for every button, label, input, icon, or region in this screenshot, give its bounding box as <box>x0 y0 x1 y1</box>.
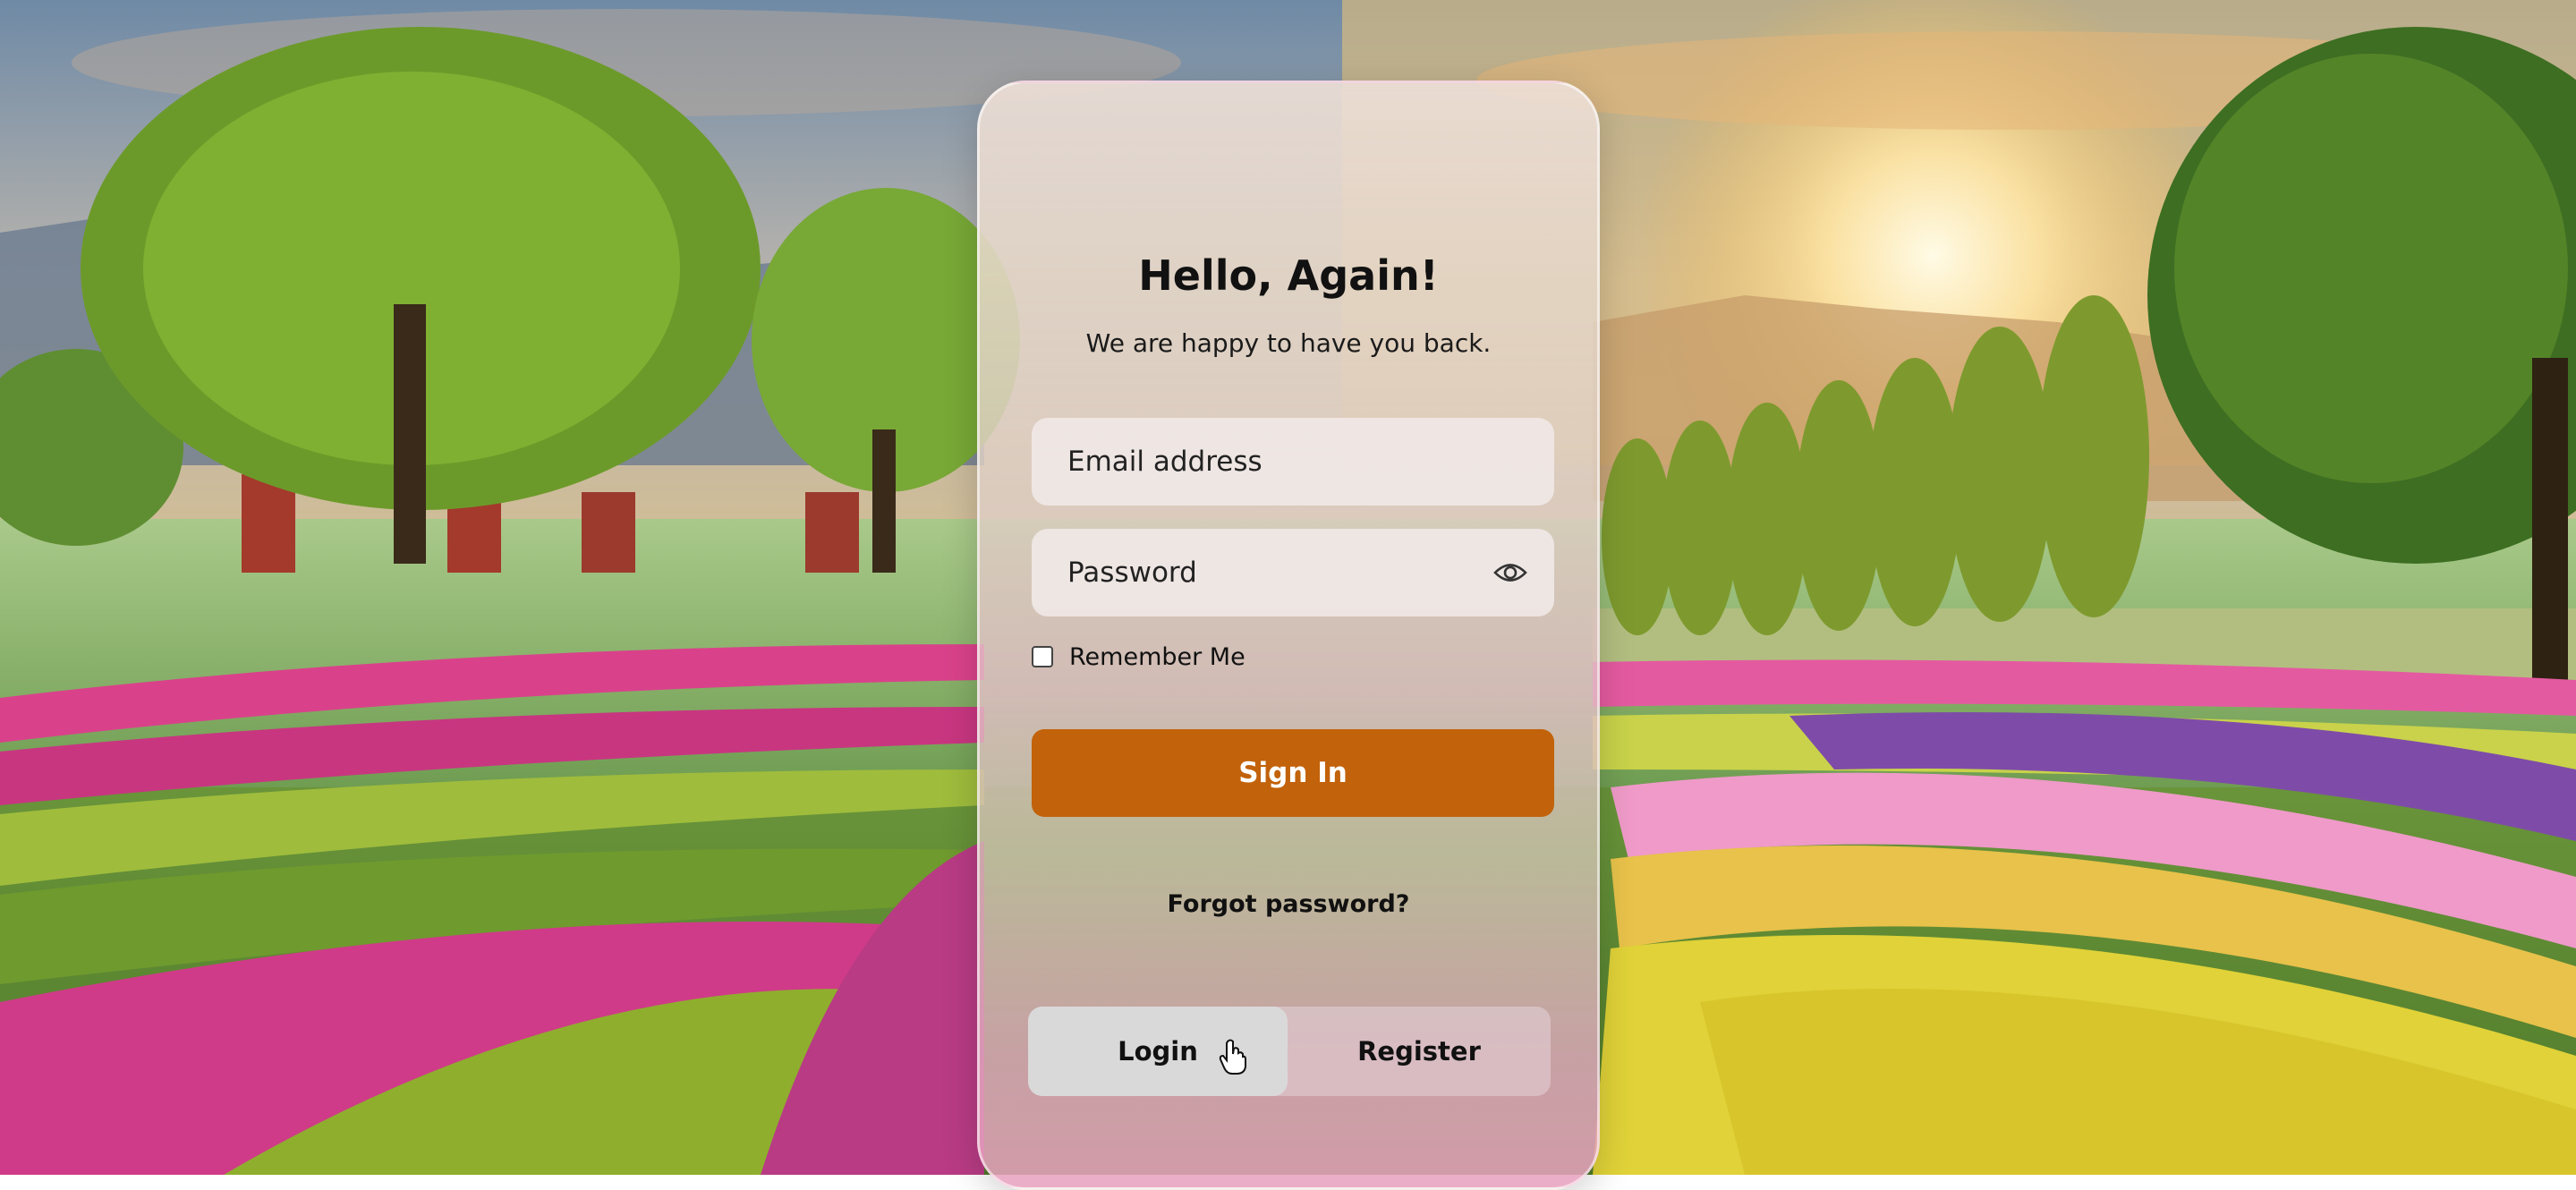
remember-me-checkbox[interactable] <box>1032 646 1053 667</box>
sign-in-button[interactable]: Sign In <box>1032 729 1554 817</box>
remember-me-label: Remember Me <box>1069 642 1245 671</box>
password-field-container <box>1032 529 1554 616</box>
auth-tab-toggle: Login Register <box>1028 1007 1551 1096</box>
eye-icon[interactable] <box>1493 559 1527 586</box>
remember-me[interactable]: Remember Me <box>1032 642 1245 672</box>
password-field[interactable] <box>1032 529 1554 616</box>
page-title: Hello, Again! <box>1138 251 1439 300</box>
email-field[interactable] <box>1032 418 1554 506</box>
tab-register[interactable]: Register <box>1288 1007 1551 1096</box>
forgot-password-link[interactable]: Forgot password? <box>980 890 1597 918</box>
login-card: Hello, Again! We are happy to have you b… <box>977 81 1600 1190</box>
subtitle: We are happy to have you back. <box>1085 328 1492 358</box>
hand-cursor-icon <box>1219 1039 1246 1075</box>
tab-login[interactable]: Login <box>1028 1007 1288 1096</box>
email-field-container <box>1032 418 1554 506</box>
